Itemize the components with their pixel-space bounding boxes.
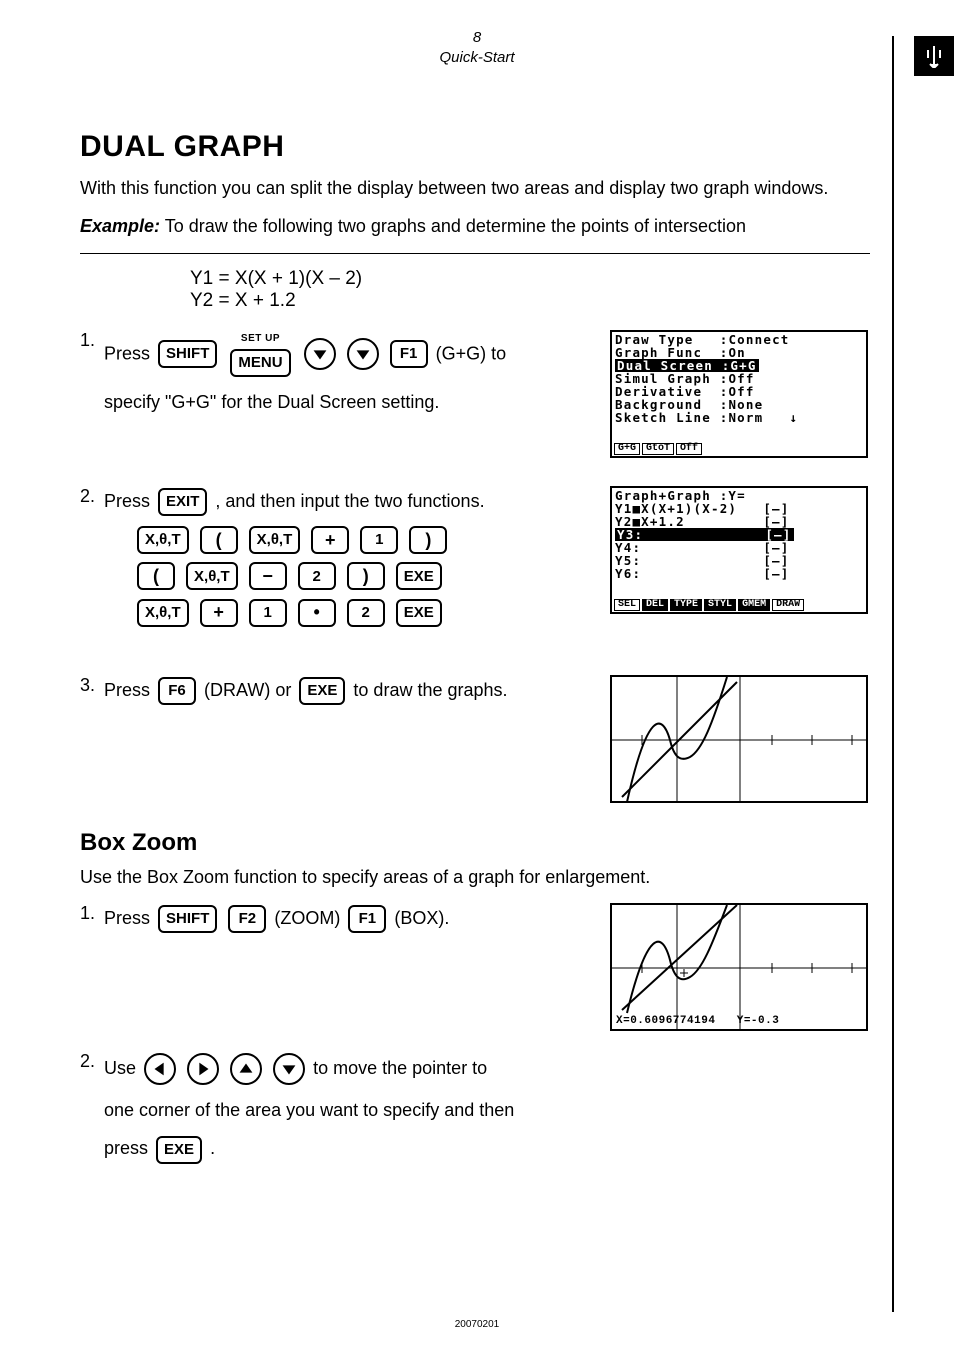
graph-screen-1 [610,675,868,803]
down-arrow-key [347,338,379,370]
bz-step1-row: 1. Press SHIFT F2 (ZOOM) F1 (BOX). [80,903,870,1031]
right-arrow-key [187,1053,219,1085]
down-arrow-key [304,338,336,370]
lparen-key: ( [137,562,175,590]
step1-line2: specify "G+G" for the Dual Screen settin… [104,387,586,418]
step3-num: 3. [80,675,104,696]
up-arrow-key [230,1053,262,1085]
step1: 1. Press SHIFT SET UP MENU F1 (G+G) to s… [80,330,586,418]
f2-key: F2 [228,905,266,933]
page: 8 Quick-Start DUAL GRAPH With this funct… [0,0,954,1352]
lcd-graphfunc: Graph+Graph :Y= Y1■X(X+1)(X-2) [—] Y2■X+… [610,486,868,614]
xthetat-key: X,θ,T [249,526,301,554]
example-line: Example: To draw the following two graph… [80,214,870,238]
step2-num: 2. [80,486,104,507]
bz-step1-box: (BOX). [394,908,449,928]
fkey-bar-1: G+GGtoTOff [614,443,864,455]
section-intro: With this function you can split the dis… [80,176,870,200]
digit-1-key: 1 [360,526,398,554]
step2-after: , and then input the two functions. [215,491,484,511]
xthetat-key: X,θ,T [186,562,238,590]
fkey-bar-2: SEL DEL TYPE STYL GMEM DRAW [614,599,864,611]
bz-step2-num: 2. [80,1051,104,1072]
hr [80,253,870,254]
bz-step1-num: 1. [80,903,104,924]
step1-suffix: (G+G) to [436,343,507,363]
exe-key: EXE [396,562,442,590]
equations: Y1 = X(X + 1)(X – 2) Y2 = X + 1.2 [190,268,870,312]
step1-press: Press [104,343,150,363]
step2-press: Press [104,491,150,511]
f1-key: F1 [390,340,428,368]
bz-step1-zoom: (ZOOM) [274,908,340,928]
breadcrumb: Quick-Start [402,48,552,68]
step2-row: 2. Press EXIT , and then input the two f… [80,486,870,647]
example-label: Example: [80,216,160,236]
digit-2-key: 2 [298,562,336,590]
bz-step2: 2. Use to move the pointer to one corner… [80,1051,870,1166]
exe-key: EXE [396,599,442,627]
graph-screen-2: X=0.6096774194 Y=-0.3 [610,903,868,1031]
content: DUAL GRAPH With this function you can sp… [80,130,870,1180]
side-tab-icon [914,36,954,76]
f1-key: F1 [348,905,386,933]
menu-key-wrap: SET UP MENU [227,330,293,379]
box-zoom-title: Box Zoom [80,829,870,857]
box-zoom-intro: Use the Box Zoom function to specify are… [80,865,870,889]
exit-key: EXIT [158,488,207,516]
bz-step2-line3b: . [210,1138,215,1158]
eq2: Y2 = X + 1.2 [190,290,870,312]
xthetat-key: X,θ,T [137,526,189,554]
page-number: 8 [402,28,552,48]
step3-row: 3. Press F6 (DRAW) or EXE to draw the gr… [80,675,870,803]
divider-line [892,36,894,1312]
exe-key: EXE [156,1136,202,1164]
step3-mid: (DRAW) or [204,680,291,700]
minus-key: − [249,562,287,590]
step3-press: Press [104,680,150,700]
section-title: DUAL GRAPH [80,130,870,164]
eq1: Y1 = X(X + 1)(X – 2) [190,268,870,290]
step3-after: to draw the graphs. [353,680,507,700]
lcd-setup: Draw Type :Connect Graph Func :On Dual S… [610,330,868,458]
plus-key: + [200,599,238,627]
plus-key: + [311,526,349,554]
step1-num: 1. [80,330,104,351]
bz-step1-press: Press [104,908,150,928]
left-arrow-key [144,1053,176,1085]
bz-step2-after1: to move the pointer to [313,1058,487,1078]
step3: 3. Press F6 (DRAW) or EXE to draw the gr… [80,675,586,707]
shift-key: SHIFT [158,340,217,368]
f6-key: F6 [158,677,196,705]
bz-step2-line3a: press [104,1138,148,1158]
footer-code: 20070201 [455,1319,500,1330]
bz-step2-line2: one corner of the area you want to speci… [104,1095,870,1126]
shift-key: SHIFT [158,905,217,933]
rparen-key: ) [347,562,385,590]
key-sequence: X,θ,T ( X,θ,T + 1 ) ( X,θ,T − [134,524,586,629]
digit-2-key: 2 [347,599,385,627]
digit-1-key: 1 [249,599,287,627]
menu-key: MENU [230,349,290,377]
bz-step1: 1. Press SHIFT F2 (ZOOM) F1 (BOX). [80,903,586,935]
rparen-key: ) [409,526,447,554]
exe-key: EXE [299,677,345,705]
step1-row: 1. Press SHIFT SET UP MENU F1 (G+G) to s… [80,330,870,458]
coord-readout: X=0.6096774194 Y=-0.3 [616,1015,779,1027]
header-tab: 8 Quick-Start [402,28,552,67]
step2: 2. Press EXIT , and then input the two f… [80,486,586,633]
setup-label: SET UP [241,330,280,347]
lparen-key: ( [200,526,238,554]
down-arrow-key [273,1053,305,1085]
xthetat-key: X,θ,T [137,599,189,627]
bz-step2-use: Use [104,1058,136,1078]
example-text: To draw the following two graphs and det… [165,216,746,236]
dot-key: • [298,599,336,627]
